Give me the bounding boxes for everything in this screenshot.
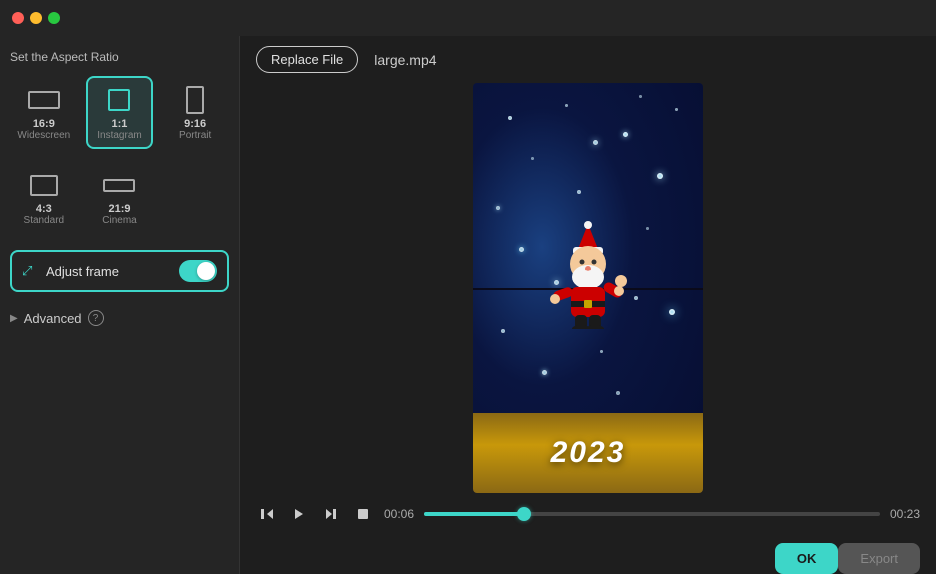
section-title: Set the Aspect Ratio	[10, 50, 229, 64]
close-button[interactable]	[12, 12, 24, 24]
adjust-frame-icon: ⤢	[22, 263, 38, 279]
aspect-icon-16-9	[26, 86, 62, 114]
aspect-ratio-sublabel-cinema: Cinema	[102, 215, 136, 226]
aspect-ratio-sublabel-standard: Standard	[24, 215, 65, 226]
adjust-frame-toggle[interactable]	[179, 260, 217, 282]
export-button[interactable]: Export	[838, 543, 920, 574]
title-bar	[0, 0, 936, 36]
chevron-right-icon: ▶	[10, 313, 18, 324]
aspect-ratio-label-9-16: 9:16	[184, 118, 206, 130]
skip-back-button[interactable]	[256, 503, 278, 525]
advanced-row[interactable]: ▶ Advanced ?	[10, 306, 229, 330]
top-bar: Replace File large.mp4	[240, 36, 936, 83]
advanced-label: Advanced	[24, 311, 82, 326]
progress-bar-fill	[424, 512, 524, 516]
traffic-lights	[12, 12, 60, 24]
aspect-ratio-instagram[interactable]: 1:1 Instagram	[86, 76, 154, 149]
minimize-button[interactable]	[30, 12, 42, 24]
aspect-icon-21-9	[101, 171, 137, 199]
star-decoration	[646, 227, 649, 230]
star-decoration	[531, 157, 534, 160]
aspect-ratio-label-4-3: 4:3	[36, 203, 52, 215]
star-decoration	[542, 370, 547, 375]
star-decoration	[496, 206, 500, 210]
maximize-button[interactable]	[48, 12, 60, 24]
help-icon[interactable]: ?	[88, 310, 104, 326]
left-panel: Set the Aspect Ratio 16:9 Widescreen 1:1…	[0, 36, 240, 574]
star-decoration	[639, 95, 642, 98]
star-decoration	[519, 247, 524, 252]
star-decoration	[623, 132, 628, 137]
skip-back-icon	[260, 507, 274, 521]
star-decoration	[616, 391, 620, 395]
adjust-frame-row[interactable]: ⤢ Adjust frame	[10, 250, 229, 292]
progress-bar[interactable]	[424, 512, 880, 516]
stop-icon	[356, 507, 370, 521]
year-display-area: 2023	[473, 413, 703, 493]
aspect-ratio-grid: 16:9 Widescreen 1:1 Instagram 9:16 Portr…	[10, 76, 229, 149]
adjust-frame-label: Adjust frame	[46, 264, 179, 279]
aspect-ratio-sublabel-widescreen: Widescreen	[17, 130, 70, 141]
aspect-ratio-sublabel-portrait: Portrait	[179, 130, 211, 141]
progress-thumb[interactable]	[517, 507, 531, 521]
right-panel: Replace File large.mp4	[240, 36, 936, 574]
toggle-thumb	[197, 262, 215, 280]
star-decoration	[669, 309, 675, 315]
ok-button[interactable]: OK	[775, 543, 839, 574]
aspect-ratio-portrait[interactable]: 9:16 Portrait	[161, 76, 229, 149]
aspect-ratio-standard[interactable]: 4:3 Standard	[10, 161, 78, 234]
star-decoration	[600, 350, 603, 353]
aspect-icon-4-3	[26, 171, 62, 199]
star-decoration	[501, 329, 505, 333]
next-frame-icon	[324, 507, 338, 521]
total-time: 00:23	[890, 507, 920, 521]
player-controls: 00:06 00:23	[240, 493, 936, 535]
main-layout: Set the Aspect Ratio 16:9 Widescreen 1:1…	[0, 36, 936, 574]
santa-figure	[543, 219, 633, 334]
star-decoration	[565, 104, 568, 107]
bottom-bar: OK Export	[240, 535, 936, 574]
aspect-ratio-sublabel-instagram: Instagram	[97, 130, 141, 141]
aspect-ratio-label-21-9: 21:9	[108, 203, 130, 215]
aspect-ratio-grid-row2: 4:3 Standard 21:9 Cinema	[10, 161, 229, 234]
next-frame-button[interactable]	[320, 503, 342, 525]
aspect-ratio-label-16-9: 16:9	[33, 118, 55, 130]
video-preview: 2023	[473, 83, 703, 493]
stop-button[interactable]	[352, 503, 374, 525]
aspect-ratio-widescreen[interactable]: 16:9 Widescreen	[10, 76, 78, 149]
aspect-ratio-label-1-1: 1:1	[112, 118, 128, 130]
aspect-icon-1-1	[101, 86, 137, 114]
play-icon	[292, 507, 306, 521]
star-decoration	[508, 116, 512, 120]
star-decoration	[577, 190, 581, 194]
play-button[interactable]	[288, 503, 310, 525]
year-text: 2023	[551, 436, 626, 470]
current-time: 00:06	[384, 507, 414, 521]
aspect-ratio-cinema[interactable]: 21:9 Cinema	[86, 161, 154, 234]
preview-area: 2023	[240, 83, 936, 493]
file-name: large.mp4	[374, 52, 436, 68]
replace-file-button[interactable]: Replace File	[256, 46, 358, 73]
aspect-icon-9-16	[177, 86, 213, 114]
help-icon-text: ?	[93, 313, 99, 324]
